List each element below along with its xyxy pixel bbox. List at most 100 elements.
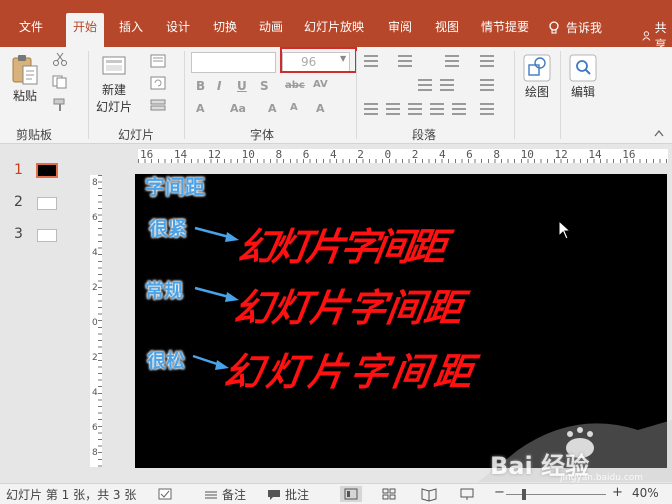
group-label-font: 字体 <box>250 128 275 142</box>
watermark-url: jingyan.baidu.com <box>560 473 644 483</box>
tab-insert[interactable]: 插入 <box>112 13 150 47</box>
decrease-font-icon[interactable]: A <box>290 102 298 113</box>
normal-view-icon <box>344 488 358 500</box>
slide-sorter-icon <box>382 488 396 500</box>
slide-sorter-button[interactable] <box>378 486 400 502</box>
tab-file[interactable]: 文件 <box>12 13 50 47</box>
slide-thumbnail-3[interactable] <box>37 229 57 242</box>
slide-count-label: 幻灯片 第 1 张，共 3 张 <box>6 488 137 502</box>
decrease-indent-icon[interactable] <box>418 79 432 91</box>
group-label-clipboard: 剪贴板 <box>16 128 53 142</box>
bullets-icon[interactable] <box>364 55 378 67</box>
slide-thumbnail-1[interactable] <box>36 163 58 178</box>
new-slide-icon <box>102 56 126 75</box>
italic-icon[interactable]: I <box>217 79 221 93</box>
distributed-icon[interactable] <box>452 103 466 115</box>
font-name-input[interactable] <box>191 52 276 73</box>
slide-number: 3 <box>14 226 23 242</box>
smartart-icon[interactable] <box>480 103 494 115</box>
zoom-slider-track[interactable] <box>506 494 606 495</box>
tab-transitions[interactable]: 切换 <box>206 13 244 47</box>
section-icon[interactable] <box>150 98 166 112</box>
align-text-icon[interactable] <box>480 79 494 91</box>
cut-icon[interactable] <box>52 52 68 66</box>
reset-icon[interactable] <box>150 76 166 90</box>
align-right-icon[interactable] <box>408 103 422 115</box>
group-label-paragraph: 段落 <box>412 128 437 142</box>
line-spacing-icon[interactable] <box>445 55 459 67</box>
sample-text-loose[interactable]: 幻灯片字间距 <box>221 341 481 396</box>
sample-text-tight[interactable]: 幻灯片字间距 <box>235 216 447 271</box>
lightbulb-icon <box>549 20 559 34</box>
group-divider <box>514 51 515 139</box>
collapse-ribbon-icon[interactable] <box>654 129 664 137</box>
slide-thumbnail-2[interactable] <box>37 197 57 210</box>
arrow-icon <box>194 226 239 242</box>
shadow-icon[interactable]: S <box>260 79 269 93</box>
ruler-mark: 8 <box>92 448 98 458</box>
increase-indent-icon[interactable] <box>440 79 454 91</box>
tab-review[interactable]: 审阅 <box>381 13 419 47</box>
person-icon <box>642 31 651 41</box>
group-label-slides: 幻灯片 <box>118 128 155 142</box>
tab-slideshow[interactable]: 幻灯片放映 <box>297 13 371 47</box>
editing-label: 编辑 <box>570 85 595 99</box>
slide-number: 2 <box>14 194 23 210</box>
normal-view-button[interactable] <box>340 486 362 502</box>
label-normal[interactable]: 常规 <box>145 276 183 303</box>
tell-me-search[interactable]: 告诉我 <box>548 19 602 36</box>
ruler-mark: 8 <box>92 178 98 188</box>
comments-button[interactable]: 批注 <box>267 486 309 503</box>
font-color-icon[interactable]: A <box>196 102 205 115</box>
group-divider <box>356 51 357 139</box>
horizontal-ruler-labels: 16 14 12 10 8 6 4 2 0 2 4 6 8 10 12 14 1… <box>140 148 636 161</box>
group-divider <box>560 51 561 139</box>
spellcheck-icon[interactable] <box>158 488 172 500</box>
clear-formatting-icon[interactable]: A <box>316 102 325 115</box>
slideshow-icon <box>460 488 474 500</box>
align-center-icon[interactable] <box>386 103 400 115</box>
status-bar: 幻灯片 第 1 张，共 3 张 备注 批注 − + 40% <box>0 483 672 504</box>
tab-home[interactable]: 开始 <box>66 13 105 47</box>
paste-icon <box>12 55 38 85</box>
zoom-slider-thumb[interactable] <box>522 489 526 500</box>
zoom-level[interactable]: 40% <box>632 486 659 500</box>
notes-button[interactable]: 备注 <box>204 486 246 503</box>
slide-title[interactable]: 字间距 <box>145 174 205 200</box>
label-tight[interactable]: 很紧 <box>149 214 187 241</box>
shapes-icon <box>523 54 551 82</box>
new-slide-button[interactable]: 新建 幻灯片 <box>96 53 132 115</box>
format-painter-icon[interactable] <box>52 98 68 112</box>
character-spacing-icon[interactable]: AV <box>313 79 328 90</box>
notes-icon <box>205 491 217 498</box>
align-left-icon[interactable] <box>364 103 378 115</box>
zoom-out-button[interactable]: − <box>494 485 505 500</box>
editing-button[interactable]: 编辑 <box>568 53 598 100</box>
layout-icon[interactable] <box>150 54 166 68</box>
change-case-icon[interactable]: Aa <box>230 102 246 115</box>
drawing-button[interactable]: 绘图 <box>522 53 552 100</box>
tab-animations[interactable]: 动画 <box>252 13 290 47</box>
underline-icon[interactable]: U <box>237 79 247 93</box>
tab-design[interactable]: 设计 <box>159 13 197 47</box>
paste-button[interactable]: 粘贴 <box>10 53 40 104</box>
numbering-icon[interactable] <box>398 55 412 67</box>
strikethrough-icon[interactable]: abc <box>285 80 305 91</box>
text-direction-icon[interactable] <box>480 55 494 67</box>
ruler-mark: 4 <box>92 388 98 398</box>
tab-storyboard[interactable]: 情节提要 <box>474 13 536 47</box>
search-icon <box>569 54 597 82</box>
bold-icon[interactable]: B <box>196 79 205 93</box>
tab-view[interactable]: 视图 <box>428 13 466 47</box>
reading-view-button[interactable] <box>418 486 440 502</box>
copy-icon[interactable] <box>52 75 68 89</box>
slideshow-view-button[interactable] <box>456 486 478 502</box>
justify-icon[interactable] <box>430 103 444 115</box>
book-icon <box>421 488 437 502</box>
increase-font-icon[interactable]: A <box>268 102 277 115</box>
sample-text-normal[interactable]: 幻灯片字间距 <box>231 277 467 332</box>
label-loose[interactable]: 很松 <box>147 346 185 373</box>
zoom-in-button[interactable]: + <box>612 485 623 500</box>
new-slide-label-1: 新建 <box>102 83 127 97</box>
powerpoint-window: 文件 开始 插入 设计 切换 动画 幻灯片放映 审阅 视图 情节提要 告诉我 共… <box>0 0 672 504</box>
